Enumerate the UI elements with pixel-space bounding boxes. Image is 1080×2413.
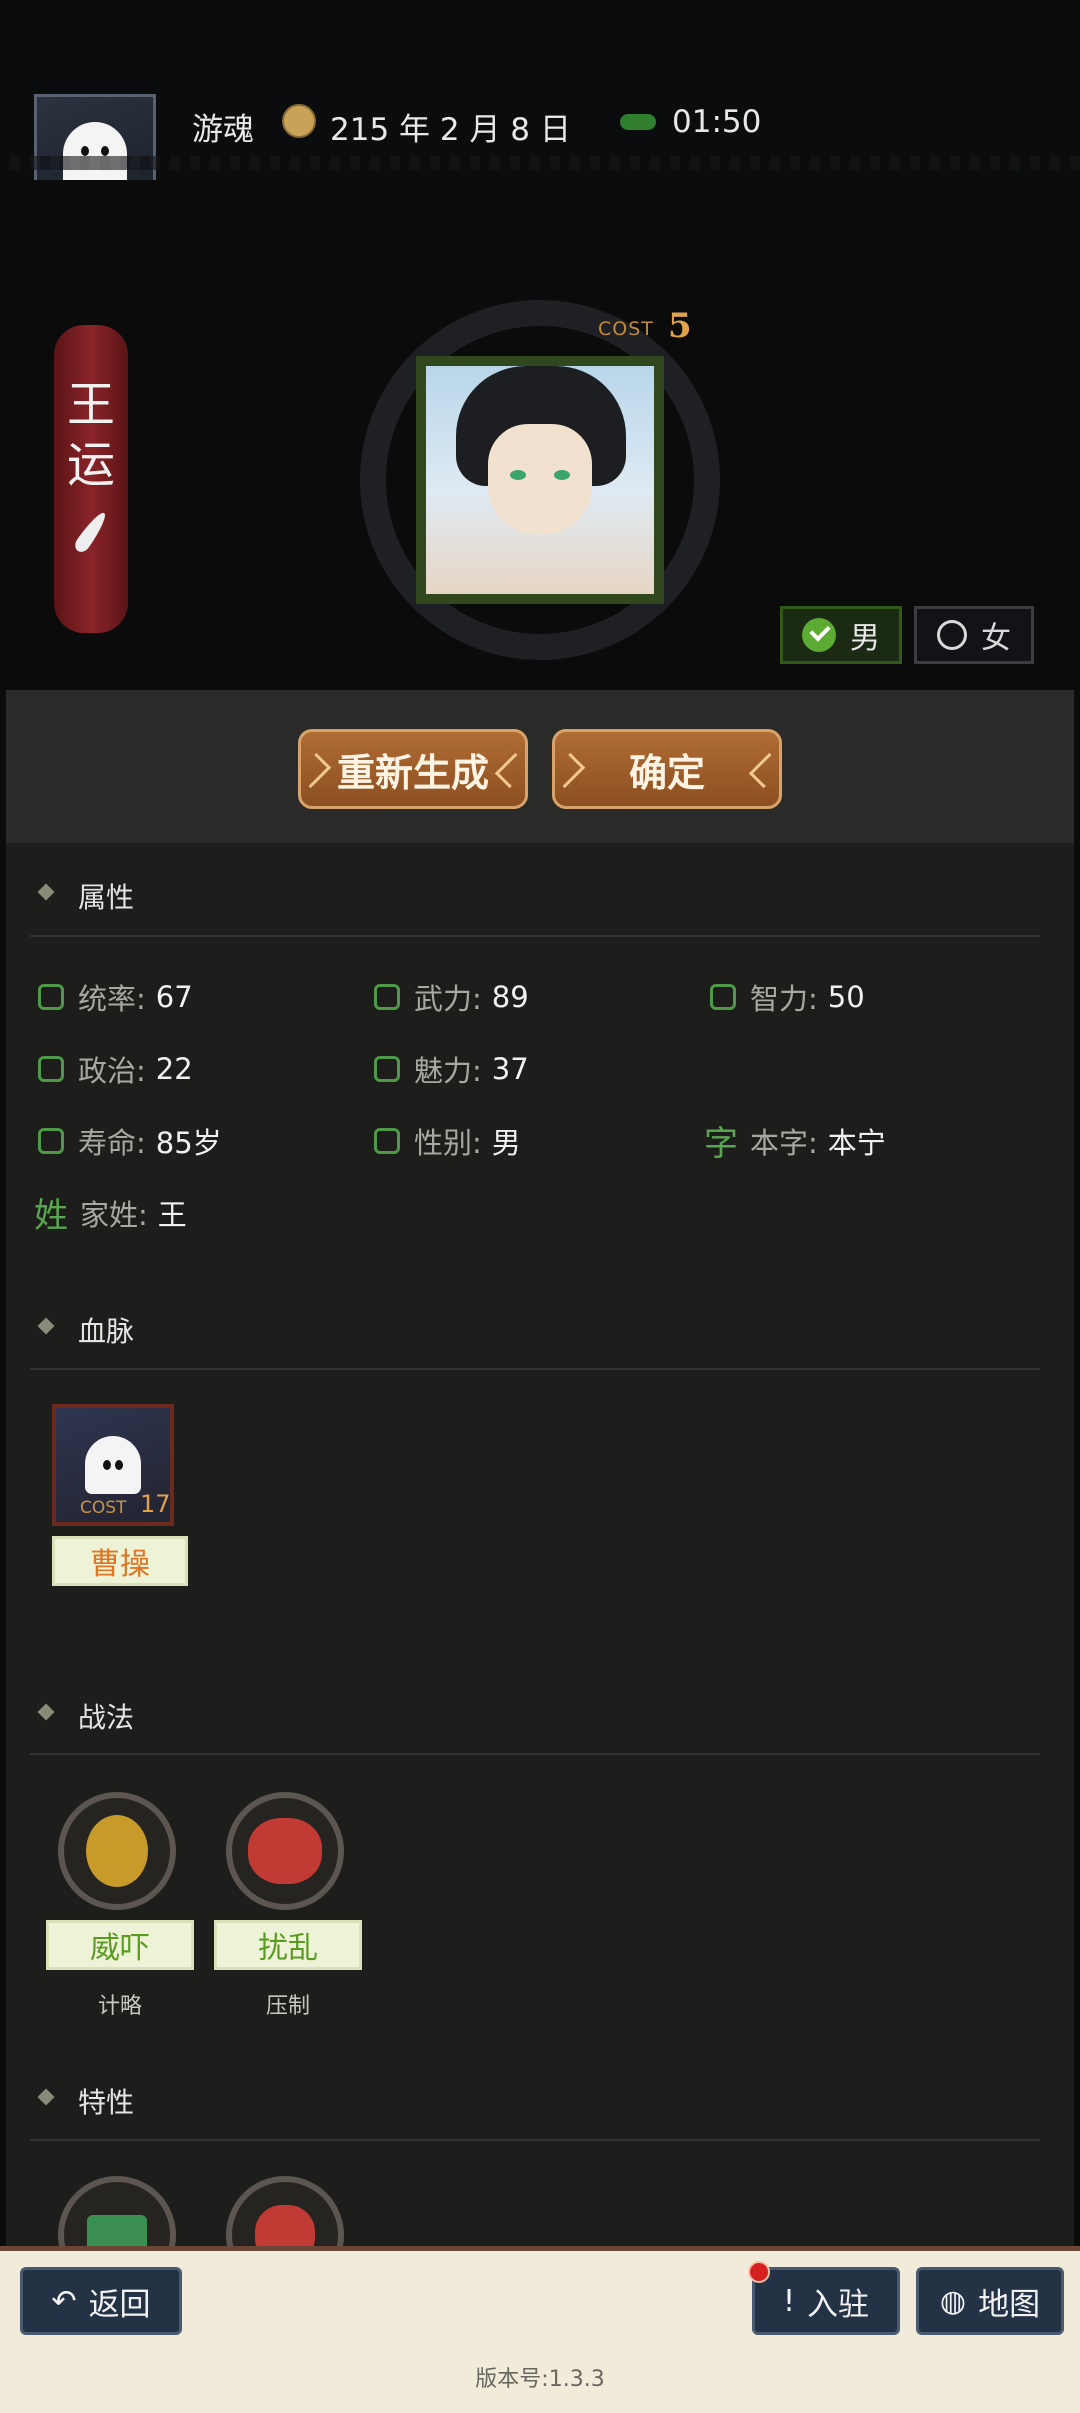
- hourglass-icon: [38, 1128, 64, 1154]
- flag-icon: [38, 984, 64, 1010]
- version-label: 版本号:1.3.3: [475, 2367, 605, 2392]
- notification-dot: [748, 2261, 770, 2283]
- cricket-icon: [620, 114, 656, 130]
- game-date: 215 年 2 月 8 日: [330, 112, 571, 148]
- decorative-edge: [0, 156, 1080, 170]
- radio-empty-icon: [937, 620, 967, 650]
- tactic-disrupt-icon[interactable]: [226, 1792, 344, 1910]
- map-globe-icon: ◍: [939, 2283, 967, 2319]
- name-banner[interactable]: 王 运: [54, 325, 128, 633]
- regenerate-button[interactable]: 重新生成: [298, 729, 528, 809]
- bottom-bar: ↶ 返回 ! 入驻 ◍ 地图 版本号:1.3.3: [0, 2246, 1080, 2413]
- divider: [30, 935, 1040, 937]
- attr-surname: 姓 家姓: 王: [34, 1188, 187, 1237]
- attr-lifespan: 寿命: 85岁: [38, 1120, 222, 1162]
- top-status-bar: 游魂 215 年 2 月 8 日 01:50: [0, 0, 1080, 216]
- action-bar: 重新生成 确定: [6, 693, 1074, 843]
- arm-icon: [374, 984, 400, 1010]
- undo-arrow-icon: ↶: [51, 2283, 77, 2319]
- cost-value: 5: [668, 306, 692, 346]
- check-icon: [802, 618, 836, 652]
- section-title-bloodline: 血脉: [78, 1315, 135, 1348]
- divider: [30, 1753, 1040, 1755]
- tactic-type: 压制: [265, 1994, 310, 2019]
- attr-force: 武力: 89: [374, 976, 529, 1018]
- divider: [30, 2139, 1040, 2141]
- tactic-name-tag[interactable]: 扰乱: [214, 1920, 362, 1970]
- back-button[interactable]: ↶ 返回: [20, 2267, 182, 2335]
- player-title: 游魂: [192, 112, 254, 148]
- attr-politics: 政治: 22: [38, 1048, 193, 1090]
- name-char-2: 运: [66, 437, 115, 493]
- character-zi-icon: 字: [704, 1124, 738, 1164]
- gender-icon: [374, 1128, 400, 1154]
- section-title-traits: 特性: [78, 2086, 135, 2119]
- name-char-1: 王: [66, 377, 115, 433]
- map-button[interactable]: ◍ 地图: [916, 2267, 1064, 2335]
- divider: [30, 1368, 1040, 1370]
- crown-icon: [38, 1056, 64, 1082]
- cost-label: COST: [598, 318, 654, 340]
- bloodline-cost-label: COST: [80, 1498, 127, 1518]
- attr-command: 统率: 67: [38, 976, 193, 1018]
- gender-female-label: 女: [981, 621, 1011, 656]
- attr-charm: 魅力: 37: [374, 1048, 529, 1090]
- attr-courtesy-name: 字 本字: 本宁: [704, 1116, 886, 1165]
- attr-intellect: 智力: 50: [710, 976, 865, 1018]
- ghost-icon: [63, 122, 127, 188]
- bloodline-cost-value: 17: [140, 1490, 171, 1518]
- section-title-tactics: 战法: [78, 1701, 135, 1734]
- character-xing-icon: 姓: [34, 1196, 68, 1236]
- tactic-type: 计略: [97, 1994, 142, 2019]
- section-title-attributes: 属性: [78, 881, 135, 914]
- feather-edit-icon: [72, 509, 110, 555]
- brain-icon: [710, 984, 736, 1010]
- calendar-icon: [282, 104, 316, 138]
- tactic-intimidate-icon[interactable]: [58, 1792, 176, 1910]
- attr-gender: 性别: 男: [374, 1120, 521, 1162]
- bloodline-name-tag[interactable]: 曹操: [52, 1536, 188, 1586]
- game-time: 01:50: [672, 104, 762, 140]
- settle-button[interactable]: ! 入驻: [752, 2267, 900, 2335]
- tactic-name-tag[interactable]: 威吓: [46, 1920, 194, 1970]
- gender-male-label: 男: [850, 621, 880, 656]
- confirm-button[interactable]: 确定: [552, 729, 782, 809]
- gender-female-option[interactable]: 女: [914, 606, 1034, 664]
- gender-male-option[interactable]: 男: [780, 606, 902, 664]
- ghost-icon: [85, 1436, 141, 1494]
- eye-icon: [374, 1056, 400, 1082]
- exclamation-icon: !: [782, 2283, 796, 2319]
- character-portrait: [416, 356, 664, 604]
